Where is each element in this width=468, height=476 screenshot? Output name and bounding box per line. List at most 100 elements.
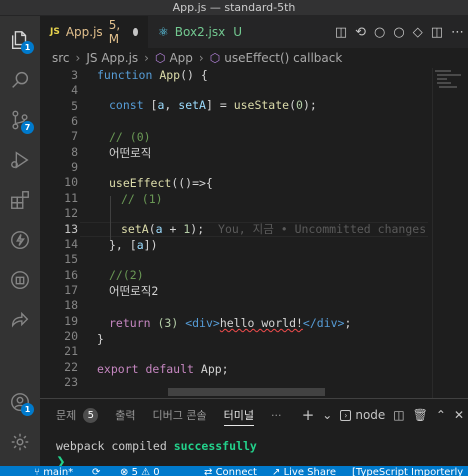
code-line-3: function App() { xyxy=(97,68,208,82)
tab-debug-console[interactable]: 디버그 콘솔 xyxy=(153,407,207,423)
line-number: 6 xyxy=(71,114,78,129)
extensions-icon[interactable] xyxy=(0,180,40,220)
live-share-icon[interactable] xyxy=(0,300,40,340)
line-number: 4 xyxy=(71,83,78,98)
line-number: 22 xyxy=(64,359,78,374)
chevron-right-icon: › xyxy=(198,51,204,65)
line-number: 12 xyxy=(64,206,78,221)
code-line-16: //(2) xyxy=(109,268,144,282)
sync-icon[interactable]: ⟳ xyxy=(92,467,100,476)
tab-app-js[interactable]: JS App.js 5, M xyxy=(40,16,148,48)
open-changes-icon[interactable]: ◇ xyxy=(413,25,423,40)
code-line-22: export default App; xyxy=(97,362,229,376)
connect-status[interactable]: ⇄ Connect xyxy=(204,467,257,476)
line-number: 7 xyxy=(71,129,78,144)
symbol-method-icon: ⬡ xyxy=(209,51,221,65)
docker-icon[interactable] xyxy=(0,260,40,300)
tab-output[interactable]: 출력 xyxy=(115,407,135,423)
line-number: 17 xyxy=(64,282,78,297)
split-terminal-icon[interactable]: ◫ xyxy=(393,408,404,422)
line-number: 20 xyxy=(64,328,78,343)
activity-bar: 1 7 1 xyxy=(0,16,40,466)
trash-icon[interactable]: 🗑 xyxy=(413,408,428,422)
breadcrumb-item[interactable]: App xyxy=(169,51,192,65)
indent-guide xyxy=(110,196,111,241)
tab-label: App.js xyxy=(65,25,103,39)
code-line-19: return (3) <div>hello world!</div>; xyxy=(109,316,352,330)
line-number: 18 xyxy=(64,298,78,313)
line-number: 23 xyxy=(64,375,78,389)
code-line-13: setA(a + 1); You, 지금 • Uncommitted chang… xyxy=(121,222,427,236)
bottom-panel: 문제 5 출력 디버그 콘솔 터미널 ··· + ⌄ › node ◫ 🗑 ⌃ ✕ … xyxy=(40,398,468,468)
code-editor[interactable]: 3 4 5 6 7 8 9 10 11 12 13 14 15 16 17 18 19 20 21 22 23 func… xyxy=(40,68,468,398)
run-debug-icon[interactable] xyxy=(0,140,40,180)
code-line-7: // (0) xyxy=(109,130,151,144)
tab-problems[interactable]: 문제 5 xyxy=(56,407,99,423)
problems-count-badge: 5 xyxy=(83,407,99,423)
line-number: 13 xyxy=(64,221,78,236)
source-control-icon[interactable]: 7 xyxy=(0,100,40,140)
line-number: 9 xyxy=(71,160,78,175)
line-number: 3 xyxy=(71,68,78,82)
js-file-icon: JS xyxy=(50,27,60,37)
panel-more-icon[interactable]: ··· xyxy=(271,409,282,422)
chevron-down-icon[interactable]: ⌄ xyxy=(322,408,332,422)
settings-gear-icon[interactable] xyxy=(0,422,40,462)
terminal-output[interactable]: webpack compiled successfully xyxy=(56,439,257,454)
branch-status[interactable]: ⑂ main* xyxy=(34,467,73,476)
code-line-17: 어떤로직2 xyxy=(109,284,159,298)
chevron-right-icon: › xyxy=(75,51,81,65)
tab-status: 5, M xyxy=(108,18,121,46)
typescript-importer-status[interactable]: [TypeScript Importerly xyxy=(352,467,463,476)
explorer-icon[interactable]: 1 xyxy=(0,20,40,60)
accounts-icon[interactable]: 1 xyxy=(0,382,40,422)
react-icon: ⚛ xyxy=(158,25,169,39)
line-number: 16 xyxy=(64,267,78,282)
window-title: App.js — standard-5th xyxy=(172,1,296,14)
problems-status[interactable]: ⊗ 5 ⚠ 0 xyxy=(120,467,160,476)
symbol-method-icon: ⬡ xyxy=(154,51,166,65)
breadcrumb: src › JS App.js › ⬡ App › ⬡ useEffect() … xyxy=(40,48,468,68)
minimap[interactable] xyxy=(432,68,468,398)
code-line-10: useEffect(()=>{ xyxy=(109,176,213,190)
tab-status: U xyxy=(233,25,243,39)
line-number-gutter: 3 4 5 6 7 8 9 10 11 12 13 14 15 16 17 18 19 20 21 22 23 xyxy=(40,68,80,398)
code-line-5: const [a, setA] = useState(0); xyxy=(109,98,317,112)
git-compare-icon[interactable]: ◫ xyxy=(335,25,347,40)
more-actions-icon[interactable]: ⋯ xyxy=(451,25,464,40)
search-icon[interactable] xyxy=(0,60,40,100)
status-bar: ⑂ main* ⟳ ⊗ 5 ⚠ 0 ⇄ Connect ↗ Live Share… xyxy=(0,466,468,476)
breadcrumb-item[interactable]: JS App.js xyxy=(86,51,138,65)
chevron-right-icon: › xyxy=(144,51,149,65)
lightning-icon[interactable] xyxy=(0,220,40,260)
line-number: 21 xyxy=(64,344,78,359)
line-number: 15 xyxy=(64,252,78,267)
tab-label: Box2.jsx xyxy=(174,25,226,39)
terminal-selector[interactable]: › node xyxy=(340,408,385,422)
tab-box2-jsx[interactable]: ⚛ Box2.jsx U xyxy=(148,16,252,48)
accounts-badge: 1 xyxy=(21,403,34,416)
code-line-11: // (1) xyxy=(121,192,163,206)
breadcrumb-item[interactable]: src xyxy=(52,51,70,65)
horizontal-scrollbar[interactable] xyxy=(168,388,325,396)
line-number: 10 xyxy=(64,175,78,190)
next-change-icon[interactable]: ○ xyxy=(393,25,404,40)
split-editor-icon[interactable]: ◫ xyxy=(431,25,443,40)
live-share-status[interactable]: ↗ Live Share xyxy=(272,467,336,476)
line-number: 19 xyxy=(64,313,78,328)
terminal-icon: › xyxy=(340,409,352,421)
close-panel-icon[interactable]: ✕ xyxy=(454,408,464,422)
title-bar: App.js — standard-5th xyxy=(0,0,468,16)
panel-actions: + ⌄ › node ◫ 🗑 ⌃ ✕ xyxy=(302,399,464,431)
editor-tabs: JS App.js 5, M ⚛ Box2.jsx U ◫ ⟲ ○ ○ ◇ ◫ … xyxy=(40,16,468,48)
tab-terminal[interactable]: 터미널 xyxy=(223,407,254,426)
go-back-icon[interactable]: ⟲ xyxy=(355,25,366,40)
previous-change-icon[interactable]: ○ xyxy=(374,25,385,40)
maximize-panel-icon[interactable]: ⌃ xyxy=(436,408,446,422)
code-line-8: 어떤로직 xyxy=(109,146,152,160)
line-number: 14 xyxy=(64,236,78,251)
breadcrumb-item[interactable]: useEffect() callback xyxy=(224,51,342,65)
unsaved-dot-icon[interactable] xyxy=(133,28,138,36)
new-terminal-icon[interactable]: + xyxy=(302,406,315,424)
editor-actions: ◫ ⟲ ○ ○ ◇ ◫ ⋯ xyxy=(335,16,464,48)
